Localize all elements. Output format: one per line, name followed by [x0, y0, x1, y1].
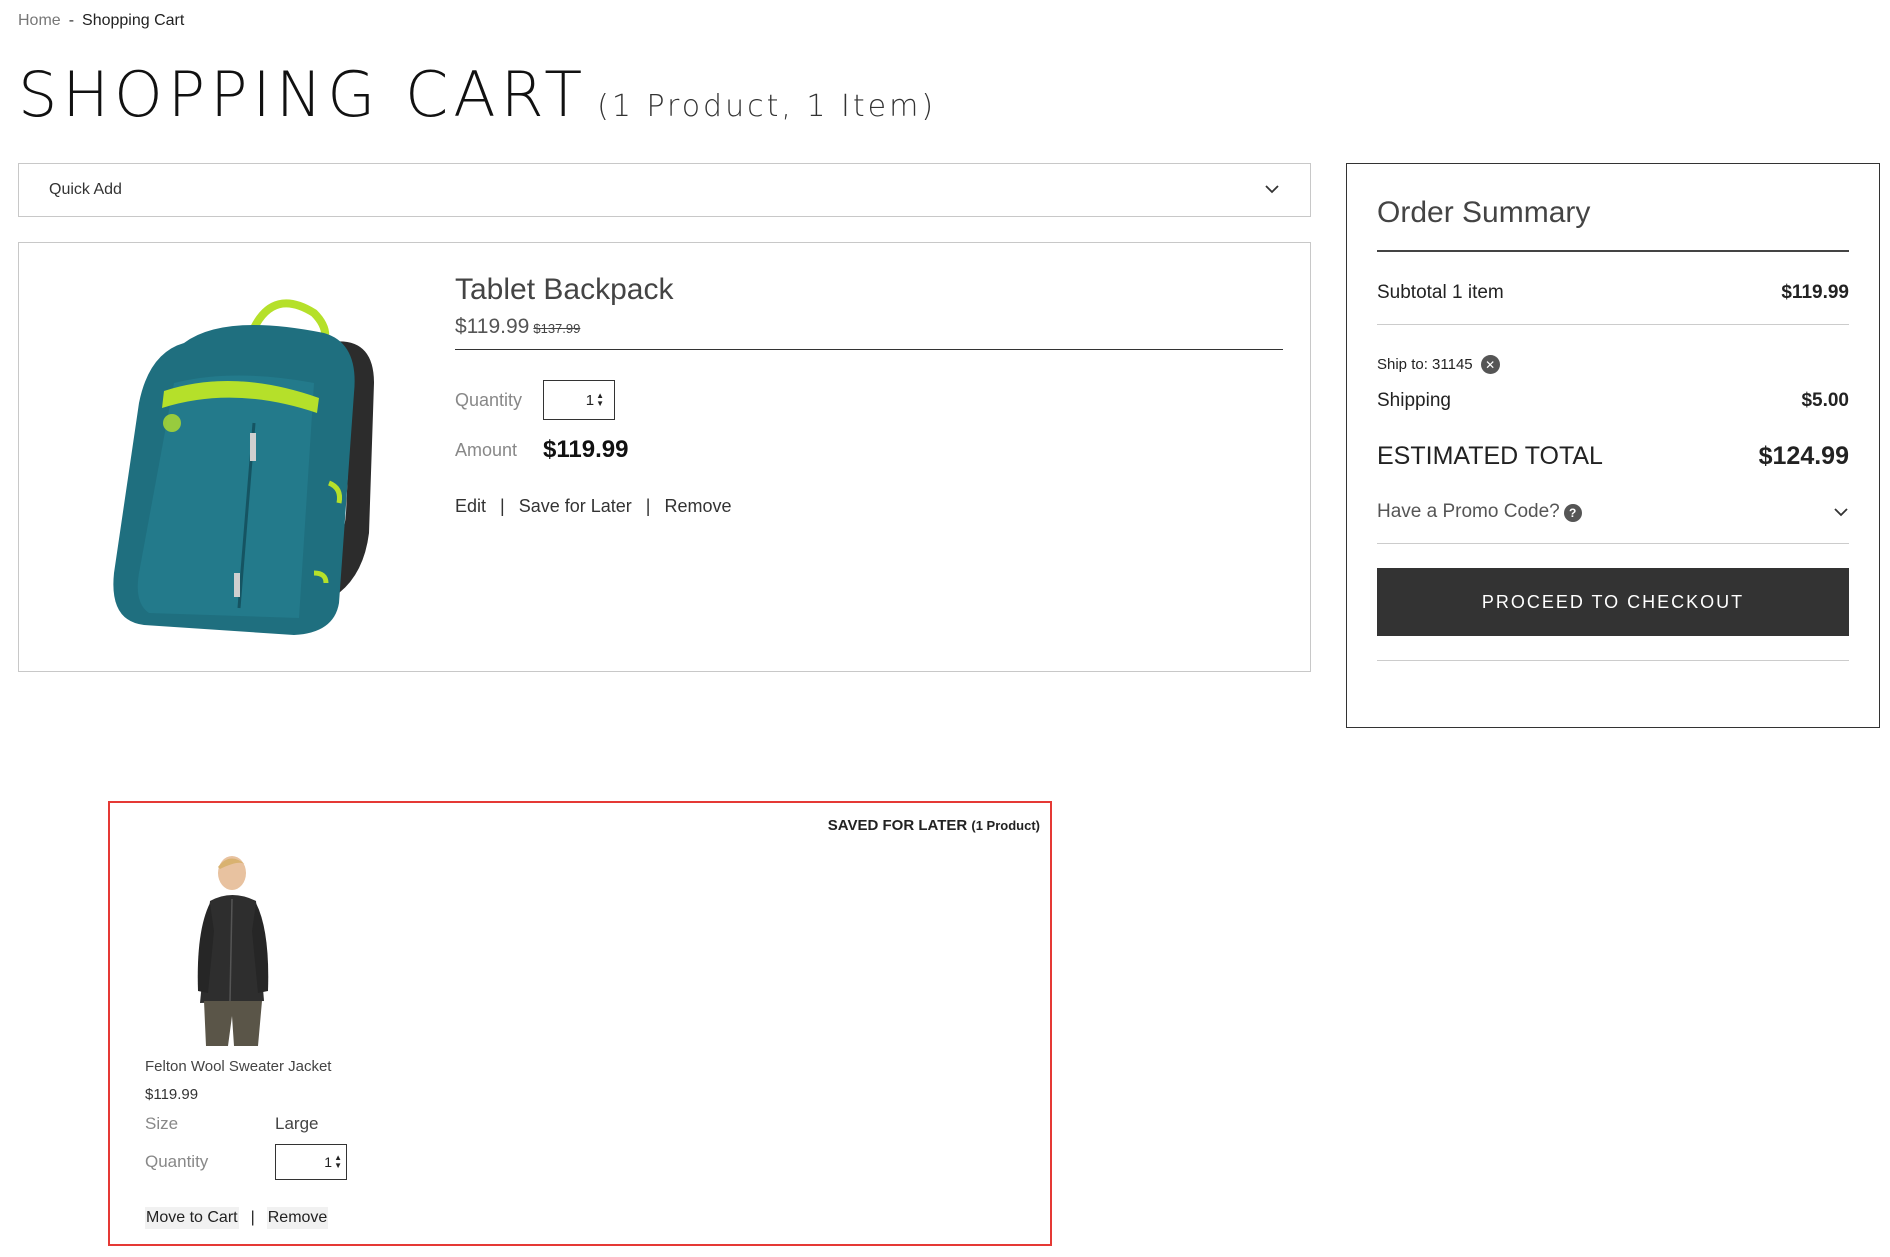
quantity-stepper[interactable]: 1 ▲ ▼	[543, 380, 615, 420]
page-title-text: SHOPPING CART	[18, 58, 588, 131]
quick-add-toggle[interactable]: Quick Add	[18, 163, 1311, 217]
saved-for-later-panel: SAVED FOR LATER (1 Product) Felton Wool …	[108, 801, 1052, 1246]
amount-value: $119.99	[543, 436, 629, 463]
breadcrumb-home-link[interactable]: Home	[18, 12, 61, 29]
order-summary: Order Summary Subtotal 1 item $119.99 Sh…	[1346, 163, 1880, 728]
estimated-total-row: ESTIMATED TOTAL $124.99	[1377, 442, 1849, 471]
question-circle-icon[interactable]: ?	[1563, 504, 1582, 522]
edit-link[interactable]: Edit	[455, 496, 486, 516]
saved-for-later-heading: SAVED FOR LATER (1 Product)	[828, 817, 1040, 834]
proceed-to-checkout-button[interactable]: PROCEED TO CHECKOUT	[1377, 568, 1849, 636]
quantity-value: 1	[585, 391, 595, 409]
saved-item-size-row: Size Large	[145, 1114, 318, 1134]
estimated-total-value: $124.99	[1758, 442, 1849, 470]
quick-add-label: Quick Add	[49, 181, 122, 198]
subtotal-label: Subtotal 1 item	[1377, 282, 1504, 303]
ship-to-row: Ship to: 31145 ✕	[1377, 355, 1849, 374]
quantity-value: 1	[324, 1154, 333, 1170]
saved-item-actions: Move to Cart | Remove	[145, 1207, 329, 1229]
page-title: SHOPPING CART (1 Product, 1 Item)	[18, 58, 936, 131]
cart-item-amount-row: Amount $119.99	[455, 436, 1283, 464]
remove-link[interactable]: Remove	[664, 496, 731, 516]
shipping-value: $5.00	[1801, 390, 1849, 411]
size-value: Large	[275, 1114, 319, 1133]
cart-item: Tablet Backpack $119.99 $137.99 Quantity …	[18, 242, 1311, 672]
saved-item-price: $119.99	[145, 1086, 199, 1103]
quantity-label: Quantity	[145, 1152, 209, 1171]
move-to-cart-button[interactable]: Move to Cart	[145, 1207, 239, 1229]
shipping-row: Shipping $5.00	[1377, 390, 1849, 412]
action-separator: |	[250, 1209, 255, 1226]
breadcrumb-separator: -	[68, 12, 75, 29]
action-separator: |	[645, 496, 651, 516]
breadcrumb: Home - Shopping Cart	[18, 12, 184, 30]
promo-code-label: Have a Promo Code?	[1377, 501, 1560, 522]
estimated-total-label: ESTIMATED TOTAL	[1377, 442, 1603, 470]
ship-to-zip: Ship to: 31145	[1377, 356, 1473, 373]
chevron-down-icon	[1264, 181, 1280, 199]
saved-for-later-title: SAVED FOR LATER	[827, 817, 968, 834]
cart-item-actions: Edit | Save for Later | Remove	[455, 496, 1283, 517]
close-circle-icon[interactable]: ✕	[1480, 355, 1500, 374]
subtotal-value: $119.99	[1781, 282, 1849, 303]
order-summary-title: Order Summary	[1377, 164, 1849, 252]
cart-item-price: $119.99	[455, 315, 530, 338]
quantity-stepper[interactable]: 1 ▲ ▼	[275, 1144, 347, 1180]
subtotal-row: Subtotal 1 item $119.99	[1377, 252, 1849, 325]
sweater-jacket-product-image[interactable]	[170, 851, 290, 1046]
shipping-label: Shipping	[1377, 390, 1451, 411]
breadcrumb-current: Shopping Cart	[82, 12, 185, 29]
cart-item-quantity-row: Quantity 1 ▲ ▼	[455, 380, 1283, 420]
amount-label: Amount	[455, 439, 518, 460]
backpack-product-image[interactable]	[74, 273, 414, 643]
stepper-arrows-icon[interactable]: ▲ ▼	[334, 1154, 342, 1170]
saved-for-later-count: (1 Product)	[971, 818, 1040, 833]
cart-item-price-row: $119.99 $137.99	[455, 315, 1283, 350]
saved-item-quantity-row: Quantity 1 ▲ ▼	[145, 1144, 347, 1180]
saved-remove-button[interactable]: Remove	[266, 1207, 329, 1229]
save-for-later-link[interactable]: Save for Later	[519, 496, 632, 516]
stepper-arrows-icon[interactable]: ▲ ▼	[596, 392, 604, 408]
promo-code-toggle[interactable]: Have a Promo Code??	[1377, 501, 1849, 544]
promo-code-label-wrap: Have a Promo Code??	[1377, 501, 1582, 523]
saved-item-name[interactable]: Felton Wool Sweater Jacket	[145, 1058, 331, 1075]
cart-item-original-price: $137.99	[533, 321, 581, 336]
page-title-count: (1 Product, 1 Item)	[597, 89, 937, 124]
chevron-down-icon	[1833, 501, 1849, 523]
cart-item-name[interactable]: Tablet Backpack	[455, 273, 1283, 307]
divider	[1377, 660, 1849, 661]
size-label: Size	[145, 1114, 179, 1133]
cart-item-details: Tablet Backpack $119.99 $137.99 Quantity …	[455, 273, 1283, 517]
action-separator: |	[500, 496, 505, 516]
quantity-label: Quantity	[455, 389, 523, 410]
